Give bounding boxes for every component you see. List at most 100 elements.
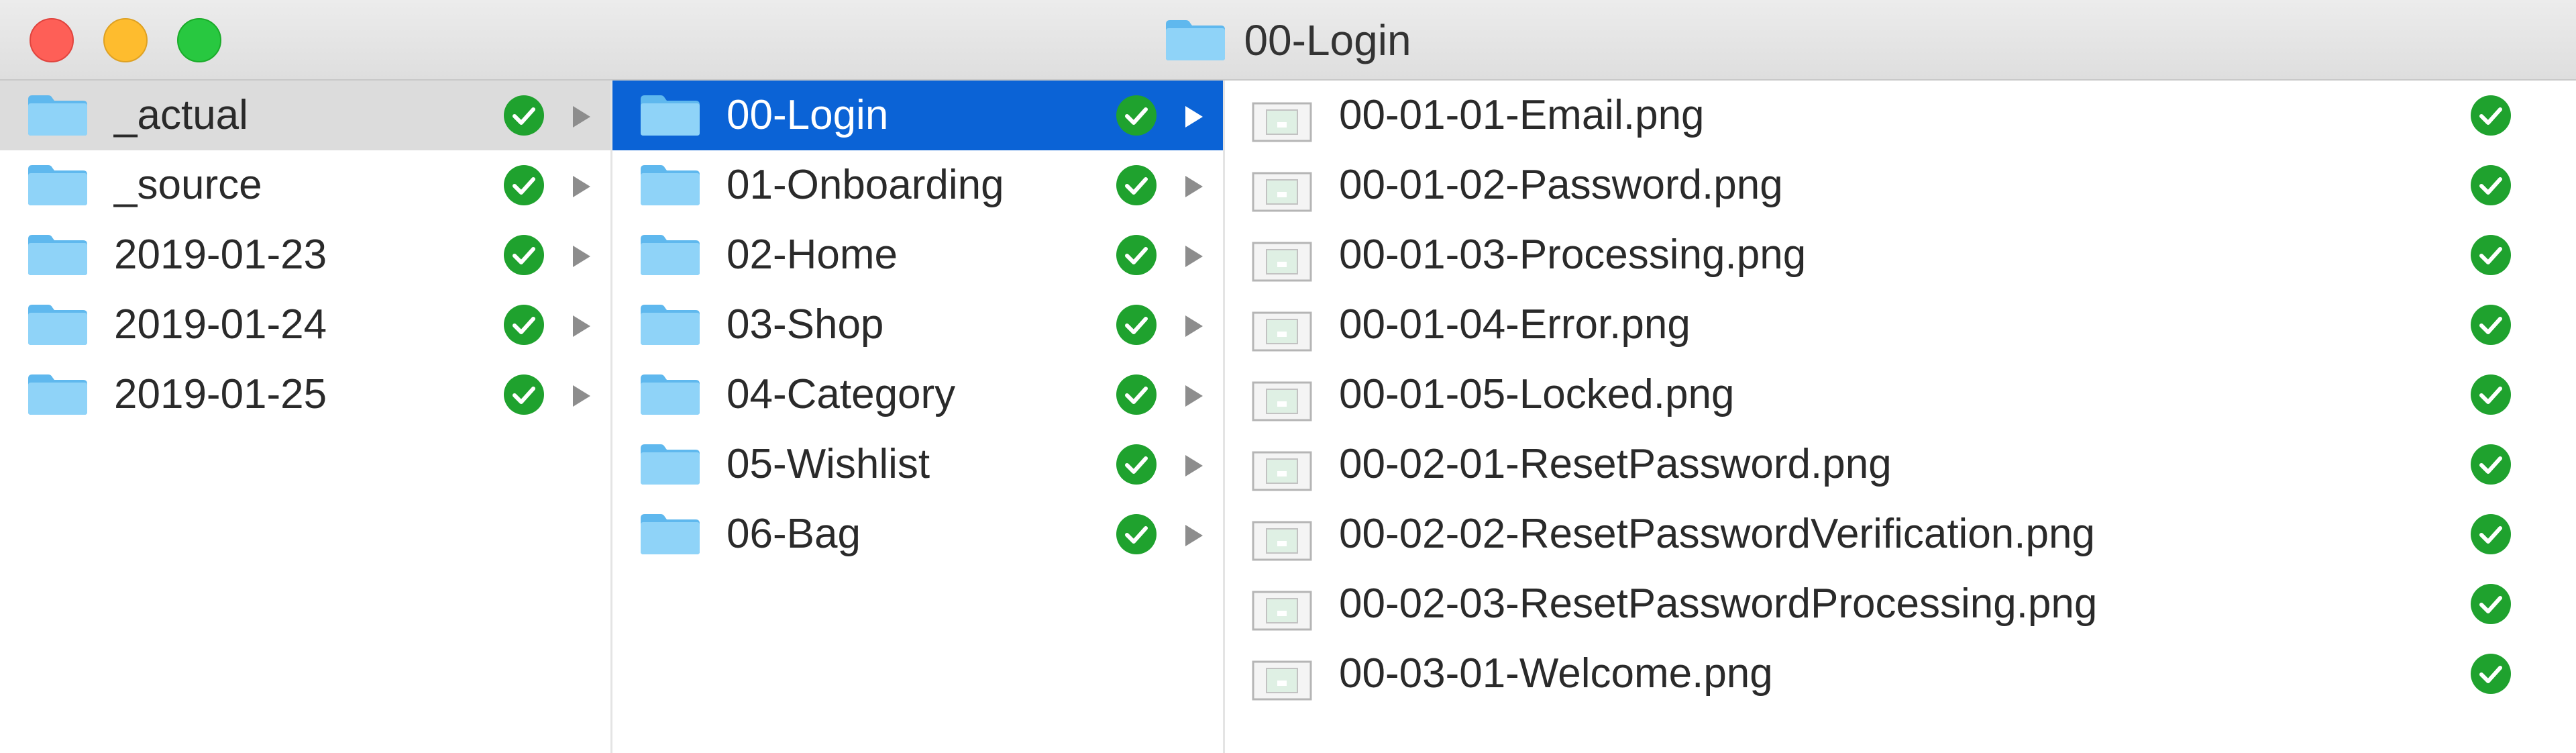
folder-label: _source xyxy=(114,162,262,208)
image-file-icon xyxy=(1252,172,1312,212)
check-circle-icon xyxy=(503,95,545,136)
image-file-icon xyxy=(1252,591,1312,631)
chevron-right-icon xyxy=(573,106,590,128)
chevron-right-icon xyxy=(1185,525,1203,546)
file-label: 00-01-03-Processing.png xyxy=(1339,232,1807,278)
file-label: 00-02-03-ResetPasswordProcessing.png xyxy=(1339,581,2098,627)
folder-row-03-shop[interactable]: 03-Shop xyxy=(612,290,1223,360)
column-1[interactable]: _actual _source 2019-01-23 2019-01-24 20… xyxy=(0,81,612,753)
folder-icon xyxy=(639,303,701,346)
folder-label: 05-Wishlist xyxy=(727,441,930,487)
folder-icon xyxy=(27,373,89,416)
check-circle-icon xyxy=(503,234,545,276)
check-circle-icon xyxy=(1116,95,1157,136)
chevron-right-icon xyxy=(1185,315,1203,337)
finder-window: 00-Login _actual _source 2019-01-23 2019… xyxy=(0,0,2576,753)
window-title: 00-Login xyxy=(1244,16,1411,64)
chevron-right-icon xyxy=(1185,106,1203,128)
folder-icon xyxy=(27,164,89,207)
folder-icon xyxy=(639,513,701,556)
folder-row-04-category[interactable]: 04-Category xyxy=(612,360,1223,430)
image-file-icon xyxy=(1252,451,1312,491)
image-file-icon xyxy=(1252,311,1312,352)
folder-label: 2019-01-23 xyxy=(114,232,327,278)
check-circle-icon xyxy=(2470,444,2512,485)
image-file-icon xyxy=(1252,102,1312,142)
chevron-right-icon xyxy=(573,176,590,197)
file-row[interactable]: 00-01-04-Error.png xyxy=(1225,290,2576,360)
folder-label: 03-Shop xyxy=(727,301,884,348)
folder-icon xyxy=(639,373,701,416)
folder-row-source[interactable]: _source xyxy=(0,150,610,220)
chevron-right-icon xyxy=(573,385,590,407)
image-file-icon xyxy=(1252,521,1312,561)
folder-icon xyxy=(639,234,701,277)
check-circle-icon xyxy=(2470,513,2512,555)
check-circle-icon xyxy=(2470,304,2512,346)
folder-icon xyxy=(27,303,89,346)
folder-label: 04-Category xyxy=(727,371,956,417)
folder-icon xyxy=(639,164,701,207)
check-circle-icon xyxy=(503,374,545,415)
check-circle-icon xyxy=(2470,164,2512,206)
file-label: 00-01-04-Error.png xyxy=(1339,301,1690,348)
chevron-right-icon xyxy=(573,246,590,267)
file-label: 00-03-01-Welcome.png xyxy=(1339,650,1773,697)
check-circle-icon xyxy=(503,164,545,206)
column-3[interactable]: 00-01-01-Email.png 00-01-02-Password.png… xyxy=(1225,81,2576,753)
folder-icon xyxy=(639,443,701,486)
check-circle-icon xyxy=(1116,513,1157,555)
column-browser: _actual _source 2019-01-23 2019-01-24 20… xyxy=(0,81,2576,753)
check-circle-icon xyxy=(1116,374,1157,415)
file-row[interactable]: 00-03-01-Welcome.png xyxy=(1225,639,2576,709)
folder-row-01-onboarding[interactable]: 01-Onboarding xyxy=(612,150,1223,220)
check-circle-icon xyxy=(1116,234,1157,276)
file-label: 00-01-05-Locked.png xyxy=(1339,371,1735,417)
file-row[interactable]: 00-01-05-Locked.png xyxy=(1225,360,2576,430)
folder-icon xyxy=(639,94,701,137)
file-row[interactable]: 00-02-01-ResetPassword.png xyxy=(1225,430,2576,499)
folder-label: 2019-01-24 xyxy=(114,301,327,348)
folder-label: 06-Bag xyxy=(727,511,861,557)
file-row[interactable]: 00-01-02-Password.png xyxy=(1225,150,2576,220)
folder-label: 02-Home xyxy=(727,232,898,278)
check-circle-icon xyxy=(2470,95,2512,136)
folder-label: _actual xyxy=(114,92,248,138)
file-row[interactable]: 00-02-02-ResetPasswordVerification.png xyxy=(1225,499,2576,569)
check-circle-icon xyxy=(2470,583,2512,625)
check-circle-icon xyxy=(2470,374,2512,415)
file-label: 00-02-01-ResetPassword.png xyxy=(1339,441,1892,487)
file-row[interactable]: 00-01-03-Processing.png xyxy=(1225,220,2576,290)
file-row[interactable]: 00-02-03-ResetPasswordProcessing.png xyxy=(1225,569,2576,639)
folder-row-02-home[interactable]: 02-Home xyxy=(612,220,1223,290)
folder-row-00-login[interactable]: 00-Login xyxy=(612,81,1223,150)
chevron-right-icon xyxy=(1185,176,1203,197)
folder-icon xyxy=(27,94,89,137)
folder-label: 00-Login xyxy=(727,92,889,138)
folder-row-actual[interactable]: _actual xyxy=(0,81,610,150)
chevron-right-icon xyxy=(1185,385,1203,407)
file-label: 00-02-02-ResetPasswordVerification.png xyxy=(1339,511,2095,557)
folder-label: 01-Onboarding xyxy=(727,162,1004,208)
folder-row-2019-01-23[interactable]: 2019-01-23 xyxy=(0,220,610,290)
check-circle-icon xyxy=(1116,304,1157,346)
title-bar: 00-Login xyxy=(0,0,2576,81)
folder-icon xyxy=(27,234,89,277)
file-row[interactable]: 00-01-01-Email.png xyxy=(1225,81,2576,150)
file-label: 00-01-02-Password.png xyxy=(1339,162,1783,208)
chevron-right-icon xyxy=(1185,455,1203,476)
folder-row-05-wishlist[interactable]: 05-Wishlist xyxy=(612,430,1223,499)
folder-row-2019-01-25[interactable]: 2019-01-25 xyxy=(0,360,610,430)
check-circle-icon xyxy=(1116,164,1157,206)
check-circle-icon xyxy=(2470,234,2512,276)
image-file-icon xyxy=(1252,242,1312,282)
check-circle-icon xyxy=(503,304,545,346)
folder-row-06-bag[interactable]: 06-Bag xyxy=(612,499,1223,569)
check-circle-icon xyxy=(2470,653,2512,695)
folder-icon xyxy=(1165,19,1226,62)
file-label: 00-01-01-Email.png xyxy=(1339,92,1705,138)
chevron-right-icon xyxy=(573,315,590,337)
chevron-right-icon xyxy=(1185,246,1203,267)
column-2[interactable]: 00-Login 01-Onboarding 02-Home 03-Shop 0… xyxy=(612,81,1225,753)
folder-row-2019-01-24[interactable]: 2019-01-24 xyxy=(0,290,610,360)
